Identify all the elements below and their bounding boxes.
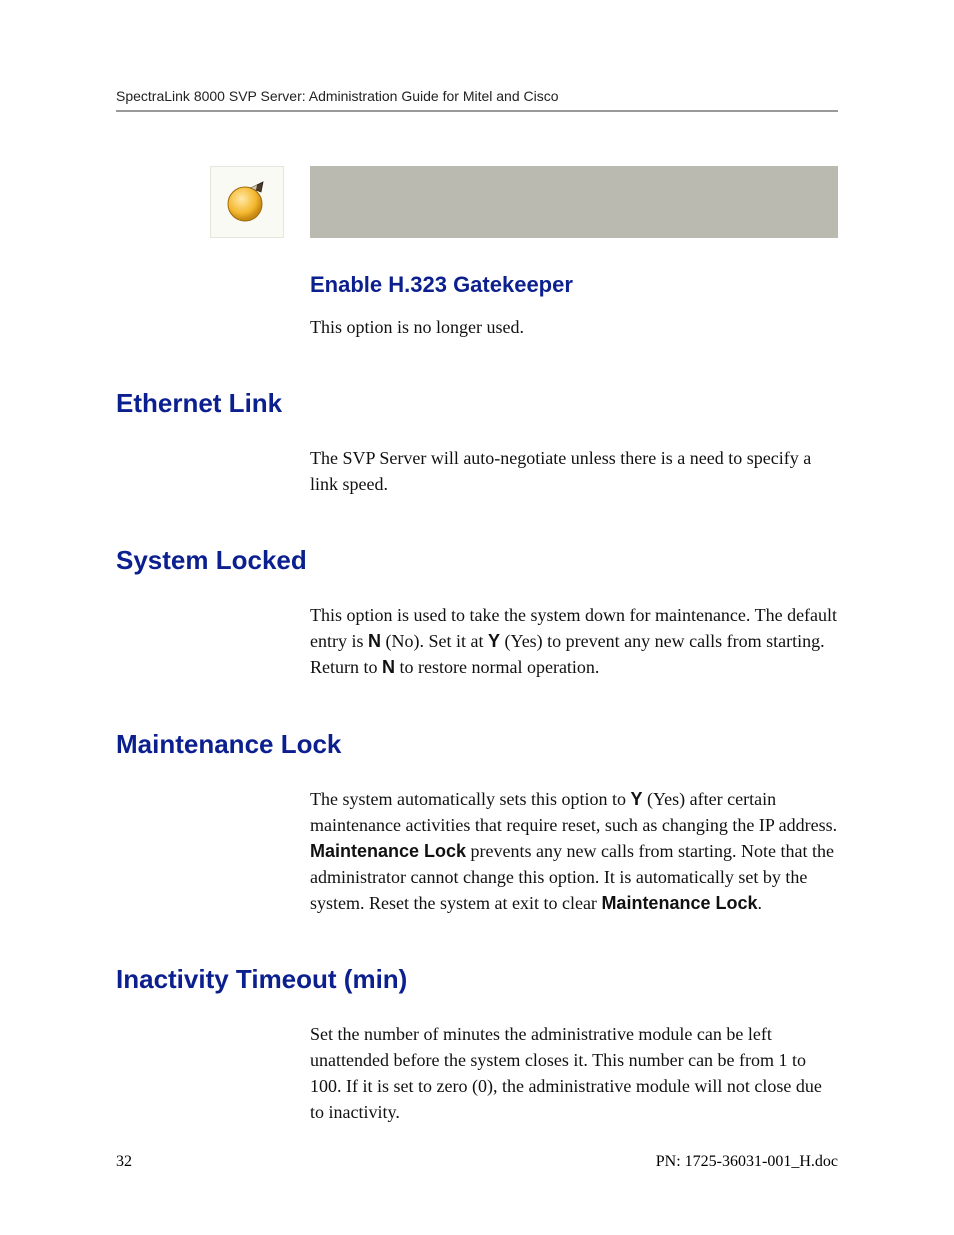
para-gatekeeper: This option is no longer used.	[310, 314, 838, 340]
para-ethernet: The SVP Server will auto-negotiate unles…	[310, 445, 838, 497]
heading-gatekeeper: Enable H.323 Gatekeeper	[310, 272, 838, 298]
callout-row	[210, 166, 838, 238]
page-number: 32	[116, 1153, 132, 1171]
point-icon	[210, 166, 284, 238]
running-header: SpectraLink 8000 SVP Server: Administrat…	[116, 88, 838, 112]
callout-bar	[310, 166, 838, 238]
heading-maintenance-lock: Maintenance Lock	[116, 729, 838, 760]
heading-inactivity-timeout: Inactivity Timeout (min)	[116, 964, 838, 995]
para-inactivity-timeout: Set the number of minutes the administra…	[310, 1021, 838, 1125]
footer: 32 PN: 1725-36031-001_H.doc	[116, 1153, 838, 1171]
para-system-locked: This option is used to take the system d…	[310, 602, 838, 680]
heading-system-locked: System Locked	[116, 545, 838, 576]
heading-ethernet: Ethernet Link	[116, 388, 838, 419]
para-maintenance-lock: The system automatically sets this optio…	[310, 786, 838, 916]
part-number: PN: 1725-36031-001_H.doc	[656, 1153, 838, 1171]
